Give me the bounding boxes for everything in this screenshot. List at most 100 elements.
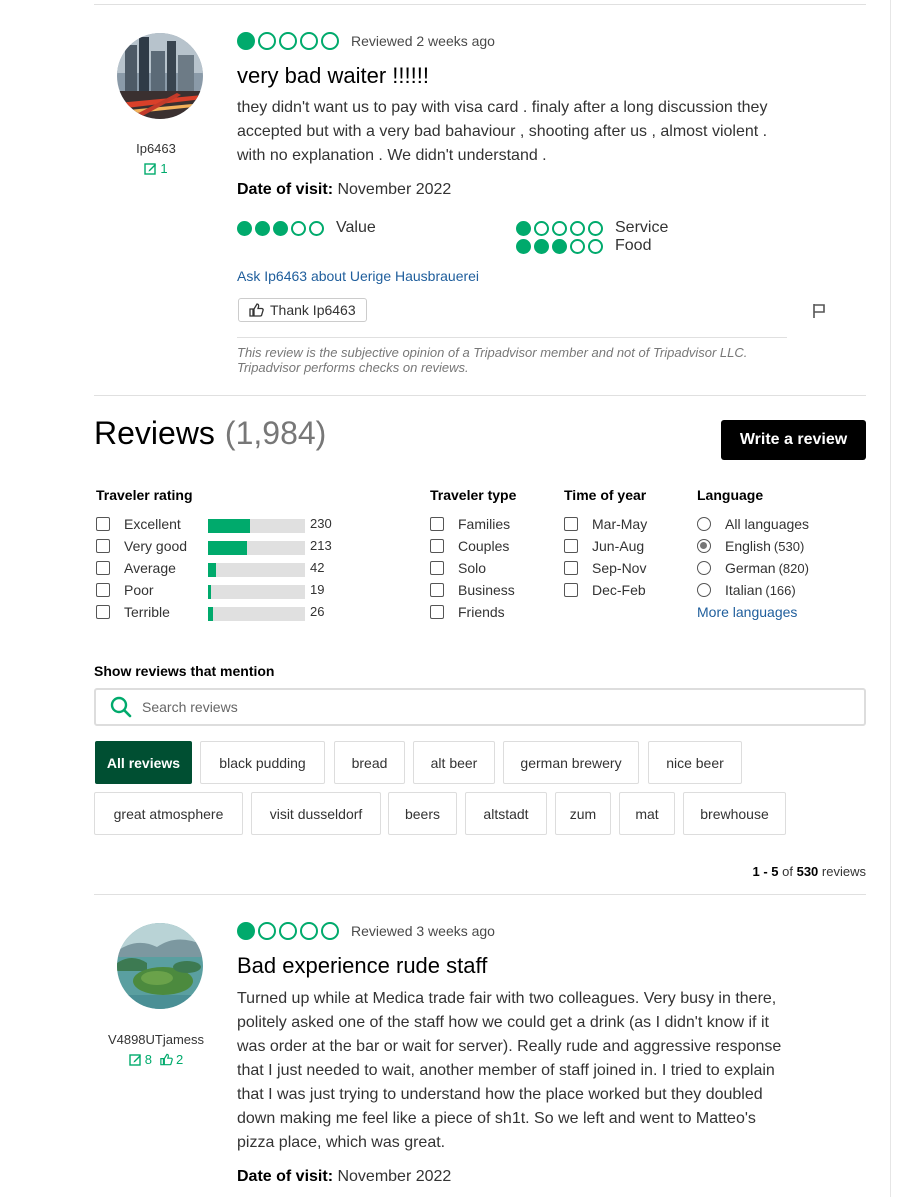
rating-filter-average[interactable]: Average [96, 558, 176, 578]
traveler-type-filter-business[interactable]: Business [430, 580, 515, 600]
checkbox[interactable] [564, 583, 578, 597]
avatar[interactable] [117, 923, 203, 1009]
checkbox[interactable] [564, 517, 578, 531]
radio-button[interactable] [697, 561, 711, 575]
language-filter-english[interactable]: English (530) [697, 536, 804, 556]
filter-label: Sep-Nov [592, 560, 647, 576]
mention-chip-black-pudding[interactable]: black pudding [200, 741, 325, 784]
mention-chip-visit-dusseldorf[interactable]: visit dusseldorf [251, 792, 381, 835]
checkbox[interactable] [96, 605, 110, 619]
mention-chip-beers[interactable]: beers [388, 792, 457, 835]
rating-bar [208, 519, 305, 533]
empty-bubble-icon [279, 922, 297, 940]
contributions-stat: 1 [144, 161, 168, 176]
pagination-total: 530 [796, 864, 819, 879]
radio-button[interactable] [697, 583, 711, 597]
radio-button[interactable] [697, 517, 711, 531]
checkbox[interactable] [96, 583, 110, 597]
empty-bubble-icon [570, 238, 585, 254]
empty-bubble-icon [258, 32, 276, 50]
time-of-year-filter-dec-feb[interactable]: Dec-Feb [564, 580, 646, 600]
checkbox[interactable] [96, 517, 110, 531]
thumbs-up-icon [160, 1053, 173, 1066]
mention-chip-all-reviews[interactable]: All reviews [95, 741, 192, 784]
radio-button[interactable] [697, 539, 711, 553]
mention-chip-zum[interactable]: zum [555, 792, 611, 835]
time-of-year-filter-mar-may[interactable]: Mar-May [564, 514, 647, 534]
filter-label: Business [458, 582, 515, 598]
traveler-type-filter-couples[interactable]: Couples [430, 536, 509, 556]
write-review-button[interactable]: Write a review [721, 420, 866, 460]
review-meta: Reviewed 3 weeks ago [237, 922, 495, 940]
reviews-title: Reviews [94, 415, 215, 451]
avatar[interactable] [117, 33, 203, 119]
mention-chip-nice-beer[interactable]: nice beer [648, 741, 742, 784]
checkbox[interactable] [430, 583, 444, 597]
filled-bubble-icon [273, 220, 288, 236]
rating-bar [208, 585, 305, 599]
checkbox[interactable] [564, 539, 578, 553]
reviews-count: (1,984) [224, 415, 327, 451]
pagination-suffix: reviews [821, 864, 866, 879]
search-reviews-input[interactable]: Search reviews [94, 688, 866, 726]
mention-chip-mat[interactable]: mat [619, 792, 675, 835]
reviews-heading: Reviews (1,984) [94, 415, 326, 452]
checkbox[interactable] [430, 561, 444, 575]
time-of-year-filter-jun-aug[interactable]: Jun-Aug [564, 536, 644, 556]
disclaimer-divider [237, 337, 787, 338]
reviewer-name[interactable]: V4898UTjamess [86, 1032, 226, 1047]
empty-bubble-icon [300, 922, 318, 940]
checkbox[interactable] [96, 561, 110, 575]
empty-bubble-icon [279, 32, 297, 50]
language-filter-italian[interactable]: Italian (166) [697, 580, 796, 600]
traveler-rating-heading: Traveler rating [96, 487, 193, 503]
rating-count: 42 [310, 560, 325, 575]
review-date: Reviewed 2 weeks ago [351, 33, 495, 49]
checkbox[interactable] [430, 605, 444, 619]
time-of-year-filter-sep-nov[interactable]: Sep-Nov [564, 558, 646, 578]
language-filter-german[interactable]: German (820) [697, 558, 809, 578]
helpful-votes-stat: 2 [160, 1052, 183, 1067]
review-title[interactable]: Bad experience rude staff [237, 953, 487, 979]
reviewer-stats: 8 2 [86, 1052, 226, 1067]
language-count: (166) [765, 582, 796, 598]
mention-chip-brewhouse[interactable]: brewhouse [683, 792, 786, 835]
avatar-island-image [117, 923, 203, 1009]
rating-filter-terrible[interactable]: Terrible [96, 602, 170, 622]
rating-filter-excellent[interactable]: Excellent [96, 514, 181, 534]
traveler-type-filter-families[interactable]: Families [430, 514, 510, 534]
mention-chip-alt-beer[interactable]: alt beer [413, 741, 495, 784]
rating-bar-fill [208, 563, 216, 577]
thank-button[interactable]: Thank Ip6463 [238, 298, 367, 322]
checkbox[interactable] [564, 561, 578, 575]
traveler-type-filter-solo[interactable]: Solo [430, 558, 486, 578]
rating-filter-poor[interactable]: Poor [96, 580, 154, 600]
pencil-icon [129, 1054, 141, 1066]
mention-chip-german-brewery[interactable]: german brewery [503, 741, 639, 784]
mention-chip-great-atmosphere[interactable]: great atmosphere [94, 792, 243, 835]
filter-label: Solo [458, 560, 487, 576]
ask-reviewer-link[interactable]: Ask Ip6463 about Uerige Hausbrauerei [237, 268, 479, 284]
filter-label: Average [124, 560, 176, 576]
reviewer-name[interactable]: Ip6463 [86, 141, 226, 156]
empty-bubble-icon [588, 238, 603, 254]
checkbox[interactable] [96, 539, 110, 553]
mention-chip-bread[interactable]: bread [334, 741, 405, 784]
language-filter-all-languages[interactable]: All languages [697, 514, 812, 534]
more-languages-link[interactable]: More languages [697, 604, 797, 620]
empty-bubble-icon [321, 32, 339, 50]
traveler-type-filter-friends[interactable]: Friends [430, 602, 505, 622]
mention-chip-altstadt[interactable]: altstadt [465, 792, 547, 835]
flag-icon[interactable] [812, 303, 826, 324]
filled-bubble-icon [534, 238, 549, 254]
filter-label: Very good [124, 538, 188, 554]
filter-label: Poor [124, 582, 154, 598]
subrating-label: Food [615, 237, 652, 254]
checkbox[interactable] [430, 517, 444, 531]
review-title[interactable]: very bad waiter !!!!!! [237, 63, 429, 89]
filled-bubble-icon [516, 238, 531, 254]
empty-bubble-icon [588, 220, 603, 236]
checkbox[interactable] [430, 539, 444, 553]
rating-filter-very-good[interactable]: Very good [96, 536, 187, 556]
filter-label: Mar-May [592, 516, 648, 532]
